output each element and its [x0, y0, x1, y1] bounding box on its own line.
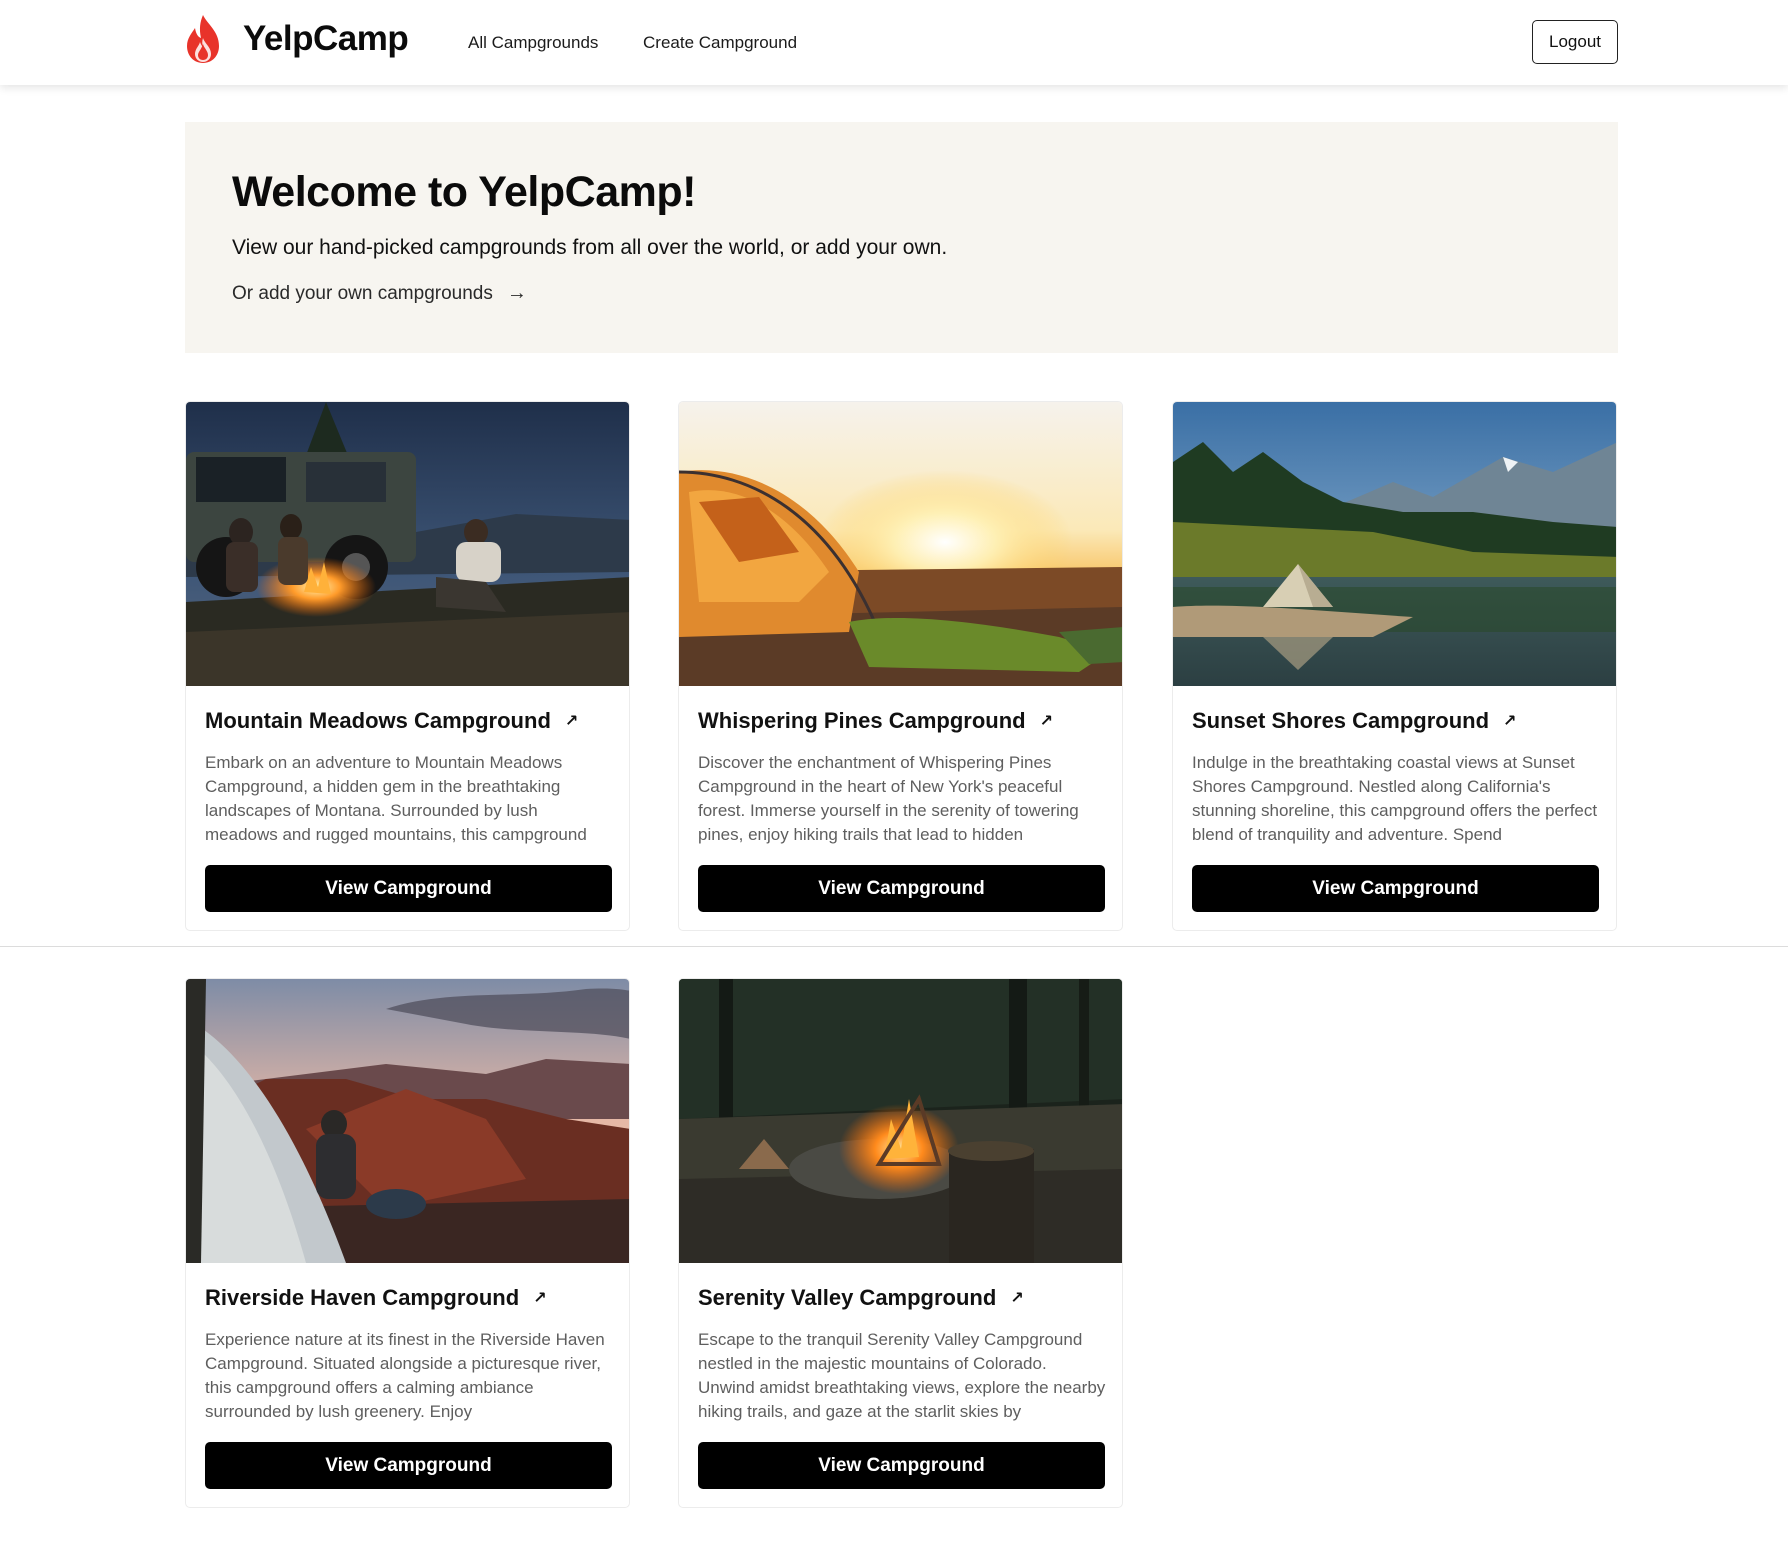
- brand-name: YelpCamp: [243, 19, 409, 58]
- external-link-icon: ↗: [1503, 713, 1517, 730]
- view-campground-button[interactable]: View Campground: [1192, 865, 1599, 912]
- add-campground-link-text: Or add your own campgrounds: [232, 282, 493, 304]
- campground-description: Indulge in the breathtaking coastal view…: [1192, 753, 1598, 844]
- campground-card: Whispering Pines Campground ↗ Discover t…: [678, 401, 1123, 931]
- add-campground-link[interactable]: Or add your own campgrounds →: [232, 282, 527, 305]
- campground-image-lake-tent[interactable]: [1173, 402, 1616, 686]
- hero-subtitle: View our hand-picked campgrounds from al…: [232, 236, 948, 259]
- nav-create-campground[interactable]: Create Campground: [643, 33, 797, 53]
- campground-description: Discover the enchantment of Whispering P…: [698, 753, 1079, 844]
- flame-icon: [187, 15, 219, 63]
- arrow-right-icon: →: [506, 282, 527, 304]
- campground-title-text: Serenity Valley Campground: [698, 1285, 997, 1310]
- view-campground-button[interactable]: View Campground: [205, 1442, 612, 1489]
- campground-card: Mountain Meadows Campground ↗ Embark on …: [185, 401, 630, 931]
- external-link-icon: ↗: [533, 1290, 547, 1307]
- campground-image-tent-sunset[interactable]: [679, 402, 1122, 686]
- campground-title-text: Riverside Haven Campground: [205, 1285, 520, 1310]
- view-campground-button[interactable]: View Campground: [205, 865, 612, 912]
- campground-title-text: Sunset Shores Campground: [1192, 708, 1490, 733]
- campground-title[interactable]: Sunset Shores Campground ↗: [1192, 708, 1516, 734]
- campground-description: Experience nature at its finest in the R…: [205, 1330, 605, 1421]
- campground-card: Sunset Shores Campground ↗ Indulge in th…: [1172, 401, 1617, 931]
- campground-title[interactable]: Whispering Pines Campground ↗: [698, 708, 1053, 734]
- row-divider: [0, 946, 1788, 947]
- campground-description: Escape to the tranquil Serenity Valley C…: [698, 1330, 1106, 1421]
- campground-description: Embark on an adventure to Mountain Meado…: [205, 753, 587, 844]
- external-link-icon: ↗: [564, 713, 579, 730]
- campground-title[interactable]: Serenity Valley Campground ↗: [698, 1285, 1024, 1311]
- campground-card: Serenity Valley Campground ↗ Escape to t…: [678, 978, 1123, 1508]
- hero-banner: Welcome to YelpCamp! View our hand-picke…: [185, 122, 1618, 353]
- navbar: YelpCamp All Campgrounds Create Campgrou…: [0, 0, 1788, 85]
- view-campground-button[interactable]: View Campground: [698, 1442, 1105, 1489]
- external-link-icon: ↗: [1039, 713, 1053, 730]
- campground-image-canyon-tent[interactable]: [186, 979, 629, 1263]
- campground-image-forest-campfire[interactable]: [679, 979, 1122, 1263]
- campground-title[interactable]: Riverside Haven Campground ↗: [205, 1285, 547, 1311]
- logout-button[interactable]: Logout: [1532, 20, 1618, 64]
- external-link-icon: ↗: [1010, 1290, 1024, 1307]
- campground-card: Riverside Haven Campground ↗ Experience …: [185, 978, 630, 1508]
- campground-image-campfire-truck[interactable]: [186, 402, 629, 686]
- campground-title-text: Whispering Pines Campground: [698, 708, 1026, 733]
- campground-title-text: Mountain Meadows Campground: [205, 708, 551, 733]
- brand-logo[interactable]: YelpCamp: [183, 14, 409, 64]
- campground-title[interactable]: Mountain Meadows Campground ↗: [205, 708, 578, 734]
- hero-title: Welcome to YelpCamp!: [232, 168, 696, 216]
- view-campground-button[interactable]: View Campground: [698, 865, 1105, 912]
- nav-all-campgrounds[interactable]: All Campgrounds: [468, 33, 598, 53]
